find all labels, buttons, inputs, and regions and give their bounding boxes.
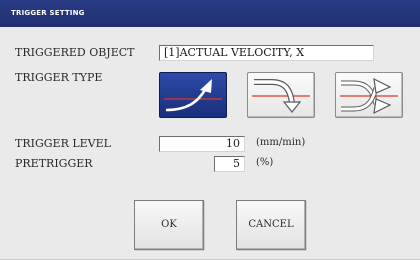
triggered-object-label: TRIGGERED OBJECT <box>15 46 135 59</box>
trigger-level-field[interactable]: 10 <box>159 136 245 152</box>
trigger-level-unit: (mm/min) <box>256 137 306 148</box>
ok-button[interactable]: OK <box>134 200 204 250</box>
trigger-level-label: TRIGGER LEVEL <box>15 137 111 150</box>
trigger-type-label: TRIGGER TYPE <box>15 71 103 84</box>
trigger-type-rising-button[interactable] <box>159 72 227 118</box>
pretrigger-field[interactable]: 5 <box>214 156 245 172</box>
rising-edge-icon <box>164 79 222 112</box>
pretrigger-label: PRETRIGGER <box>15 157 93 170</box>
dialog-title: TRIGGER SETTING <box>0 0 420 27</box>
pretrigger-unit: (%) <box>256 157 274 168</box>
falling-edge-icon <box>252 79 310 113</box>
cancel-button[interactable]: CANCEL <box>236 200 306 250</box>
trigger-type-falling-button[interactable] <box>247 72 315 118</box>
trigger-setting-dialog: TRIGGER SETTING TRIGGERED OBJECT [1]ACTU… <box>0 0 420 260</box>
triggered-object-field[interactable]: [1]ACTUAL VELOCITY, X <box>159 45 374 61</box>
both-edges-icon <box>340 77 398 115</box>
trigger-type-both-button[interactable] <box>335 72 403 118</box>
